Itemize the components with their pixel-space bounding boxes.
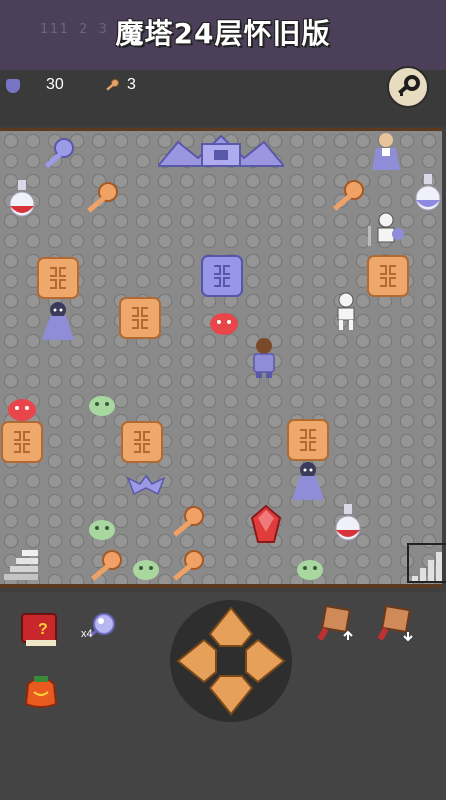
yellow-door-icon[interactable] xyxy=(286,418,330,462)
defense-shield-icon xyxy=(6,79,20,93)
dark-priest-icon[interactable] xyxy=(286,458,330,502)
settings-button[interactable] xyxy=(387,66,429,108)
red-potion-icon[interactable] xyxy=(0,176,44,220)
red-potion-icon[interactable] xyxy=(326,500,370,544)
green-slime-icon[interactable] xyxy=(124,544,168,588)
defense-value: 30 xyxy=(46,76,64,93)
dark-priest-icon[interactable] xyxy=(36,298,80,342)
wrench-key-icon xyxy=(398,75,420,96)
fly-up-icon[interactable] xyxy=(314,604,356,644)
yellow-key-icon[interactable] xyxy=(166,502,210,546)
key-count-icon xyxy=(106,79,119,91)
green-slime-icon[interactable] xyxy=(80,504,124,548)
status-bar xyxy=(0,70,446,126)
old-man-npc-icon[interactable] xyxy=(364,130,408,174)
stone-gate-icon xyxy=(158,134,284,167)
yellow-key-icon[interactable] xyxy=(166,546,210,590)
yellow-door-icon[interactable] xyxy=(366,254,410,298)
blue-potion-icon[interactable] xyxy=(406,170,450,214)
stairs-up-icon[interactable] xyxy=(406,540,450,584)
green-slime-icon[interactable] xyxy=(288,544,332,588)
yellow-door-icon[interactable] xyxy=(118,296,162,340)
down-arrow-button[interactable] xyxy=(208,674,254,716)
bat-icon[interactable] xyxy=(124,462,168,506)
stairs-down-icon[interactable] xyxy=(0,540,44,584)
red-gem-icon[interactable] xyxy=(244,502,288,546)
green-slime-icon[interactable] xyxy=(80,380,124,424)
skeleton-icon[interactable] xyxy=(324,290,368,334)
svg-text:?: ? xyxy=(38,621,48,638)
blue-key-icon[interactable] xyxy=(38,134,82,178)
treasure-bag-icon[interactable] xyxy=(20,668,62,710)
game-title: 魔塔24层怀旧版 xyxy=(115,17,331,50)
monster-book-icon[interactable]: ? xyxy=(18,610,62,650)
yellow-key-icon[interactable] xyxy=(80,178,124,222)
red-slime-icon[interactable] xyxy=(202,298,246,342)
skeleton-soldier-icon[interactable] xyxy=(364,210,408,254)
title-bar: 111 2 3 4 魔塔24层怀旧版 xyxy=(0,0,446,70)
hero-icon[interactable] xyxy=(242,336,286,380)
yellow-door-icon[interactable] xyxy=(120,420,164,464)
yellow-door-icon[interactable] xyxy=(0,420,44,464)
fly-down-icon[interactable] xyxy=(374,604,416,644)
yellow-key-icon[interactable] xyxy=(84,546,128,590)
game-screen: 111 2 3 4 魔塔24层怀旧版 30 3 ? x4 xyxy=(0,0,450,800)
blue-door-icon[interactable] xyxy=(200,254,244,298)
game-board[interactable] xyxy=(0,128,442,588)
key-count-value: 3 xyxy=(127,76,136,93)
orb-count: x4 xyxy=(81,628,93,640)
right-edge xyxy=(446,0,450,800)
yellow-door-icon[interactable] xyxy=(36,256,80,300)
